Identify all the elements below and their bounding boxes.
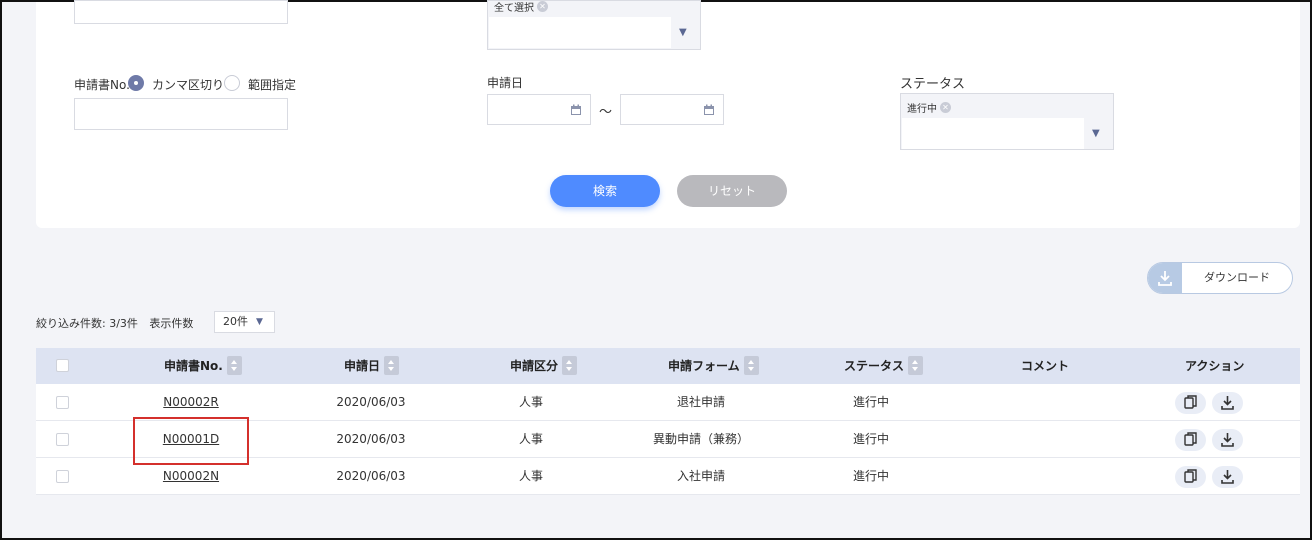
sort-icon[interactable] xyxy=(908,356,924,375)
top-text-input[interactable] xyxy=(74,0,288,24)
selected-chip: 全て選択 ✕ xyxy=(494,0,548,14)
row-download-button[interactable] xyxy=(1212,466,1243,488)
row-status: 進行中 xyxy=(852,469,889,483)
sort-icon[interactable] xyxy=(226,356,242,375)
date-label: 申請日 xyxy=(487,76,524,90)
header-action: アクション xyxy=(1185,359,1245,373)
radio-range-label: 範囲指定 xyxy=(248,78,297,92)
application-no-label: 申請書No. xyxy=(74,78,130,92)
download-button[interactable]: ダウンロード xyxy=(1147,262,1293,294)
row-category: 人事 xyxy=(518,432,543,446)
row-checkbox[interactable] xyxy=(56,433,69,446)
row-form: 退社申請 xyxy=(676,395,725,409)
sort-icon[interactable] xyxy=(384,356,400,375)
top-select[interactable]: 全て選択 ✕ ▼ xyxy=(487,0,701,50)
row-comment xyxy=(996,421,1096,458)
copy-button[interactable] xyxy=(1175,466,1206,488)
header-status[interactable]: ステータス xyxy=(844,348,924,384)
chevron-down-icon[interactable]: ▼ xyxy=(1092,128,1100,139)
search-button[interactable]: 検索 xyxy=(550,175,660,207)
copy-icon xyxy=(1184,432,1197,446)
application-no-input[interactable] xyxy=(74,98,288,130)
row-comment xyxy=(996,458,1096,495)
row-status: 進行中 xyxy=(852,432,889,446)
chevron-down-icon: ▼ xyxy=(256,317,263,327)
reset-button[interactable]: リセット xyxy=(677,175,787,207)
sort-icon[interactable] xyxy=(743,356,759,375)
filter-count-info: 絞り込み件数: 3/3件 表示件数 xyxy=(36,315,193,331)
header-form-label: 申請フォーム xyxy=(668,359,740,373)
table-row: N00002R 2020/06/03 人事 退社申請 進行中 xyxy=(36,384,1300,421)
calendar-icon[interactable] xyxy=(703,104,715,116)
row-comment xyxy=(996,384,1096,421)
row-checkbox[interactable] xyxy=(56,470,69,483)
close-icon[interactable]: ✕ xyxy=(940,102,951,113)
date-separator: 〜 xyxy=(599,105,613,120)
row-date: 2020/06/03 xyxy=(336,469,406,483)
row-download-button[interactable] xyxy=(1212,429,1243,451)
sort-icon[interactable] xyxy=(562,356,578,375)
row-category: 人事 xyxy=(518,469,543,483)
header-no-label: 申請書No. xyxy=(164,359,223,373)
header-date[interactable]: 申請日 xyxy=(344,348,400,384)
row-date: 2020/06/03 xyxy=(336,395,406,409)
header-form[interactable]: 申請フォーム xyxy=(668,348,759,384)
table-header: 申請書No. 申請日 申請区分 申請フォーム ステータス コメント アクション xyxy=(36,348,1300,384)
download-icon xyxy=(1221,470,1234,484)
close-icon[interactable]: ✕ xyxy=(537,1,548,12)
calendar-icon[interactable] xyxy=(570,104,582,116)
header-status-label: ステータス xyxy=(844,359,905,373)
header-no[interactable]: 申請書No. xyxy=(164,348,242,384)
header-comment: コメント xyxy=(1021,359,1070,373)
status-label: ステータス xyxy=(900,77,966,92)
header-category-label: 申請区分 xyxy=(510,359,559,373)
download-icon xyxy=(1148,263,1182,293)
header-category[interactable]: 申請区分 xyxy=(510,348,578,384)
row-download-button[interactable] xyxy=(1212,392,1243,414)
row-form: 異動申請（兼務） xyxy=(652,432,749,446)
row-form: 入社申請 xyxy=(676,469,725,483)
highlight-box xyxy=(133,417,249,465)
status-chip-label: 進行中 xyxy=(907,104,937,115)
select-all-checkbox[interactable] xyxy=(56,359,69,372)
copy-button[interactable] xyxy=(1175,392,1206,414)
copy-icon xyxy=(1184,469,1197,483)
date-to-input[interactable] xyxy=(620,94,724,125)
status-select-input[interactable] xyxy=(902,118,1084,149)
status-chip: 進行中 ✕ xyxy=(907,100,951,115)
row-no[interactable]: N00002R xyxy=(163,395,219,409)
chevron-down-icon[interactable]: ▼ xyxy=(679,27,687,38)
download-icon xyxy=(1221,396,1234,410)
page-size-select[interactable]: 20件 ▼ xyxy=(214,311,275,333)
status-select[interactable]: 進行中 ✕ ▼ xyxy=(900,93,1114,150)
copy-button[interactable] xyxy=(1175,429,1206,451)
row-date: 2020/06/03 xyxy=(336,432,406,446)
radio-range[interactable] xyxy=(224,75,240,91)
download-label: ダウンロード xyxy=(1204,271,1270,284)
display-count-label: 表示件数 xyxy=(149,317,194,330)
row-category: 人事 xyxy=(518,395,543,409)
date-from-input[interactable] xyxy=(487,94,591,125)
row-status: 進行中 xyxy=(852,395,889,409)
select-input-area[interactable] xyxy=(489,17,671,48)
download-icon xyxy=(1221,433,1234,447)
row-no-link[interactable]: N00002R xyxy=(151,384,231,421)
row-no[interactable]: N00002N xyxy=(163,469,219,483)
chip-label: 全て選択 xyxy=(494,3,534,14)
page-size-value: 20件 xyxy=(223,315,248,328)
header-date-label: 申請日 xyxy=(344,359,381,373)
row-checkbox[interactable] xyxy=(56,396,69,409)
filter-count: 絞り込み件数: 3/3件 xyxy=(36,317,138,330)
copy-icon xyxy=(1184,395,1197,409)
radio-comma[interactable] xyxy=(128,75,144,91)
radio-comma-label: カンマ区切り xyxy=(152,78,225,92)
